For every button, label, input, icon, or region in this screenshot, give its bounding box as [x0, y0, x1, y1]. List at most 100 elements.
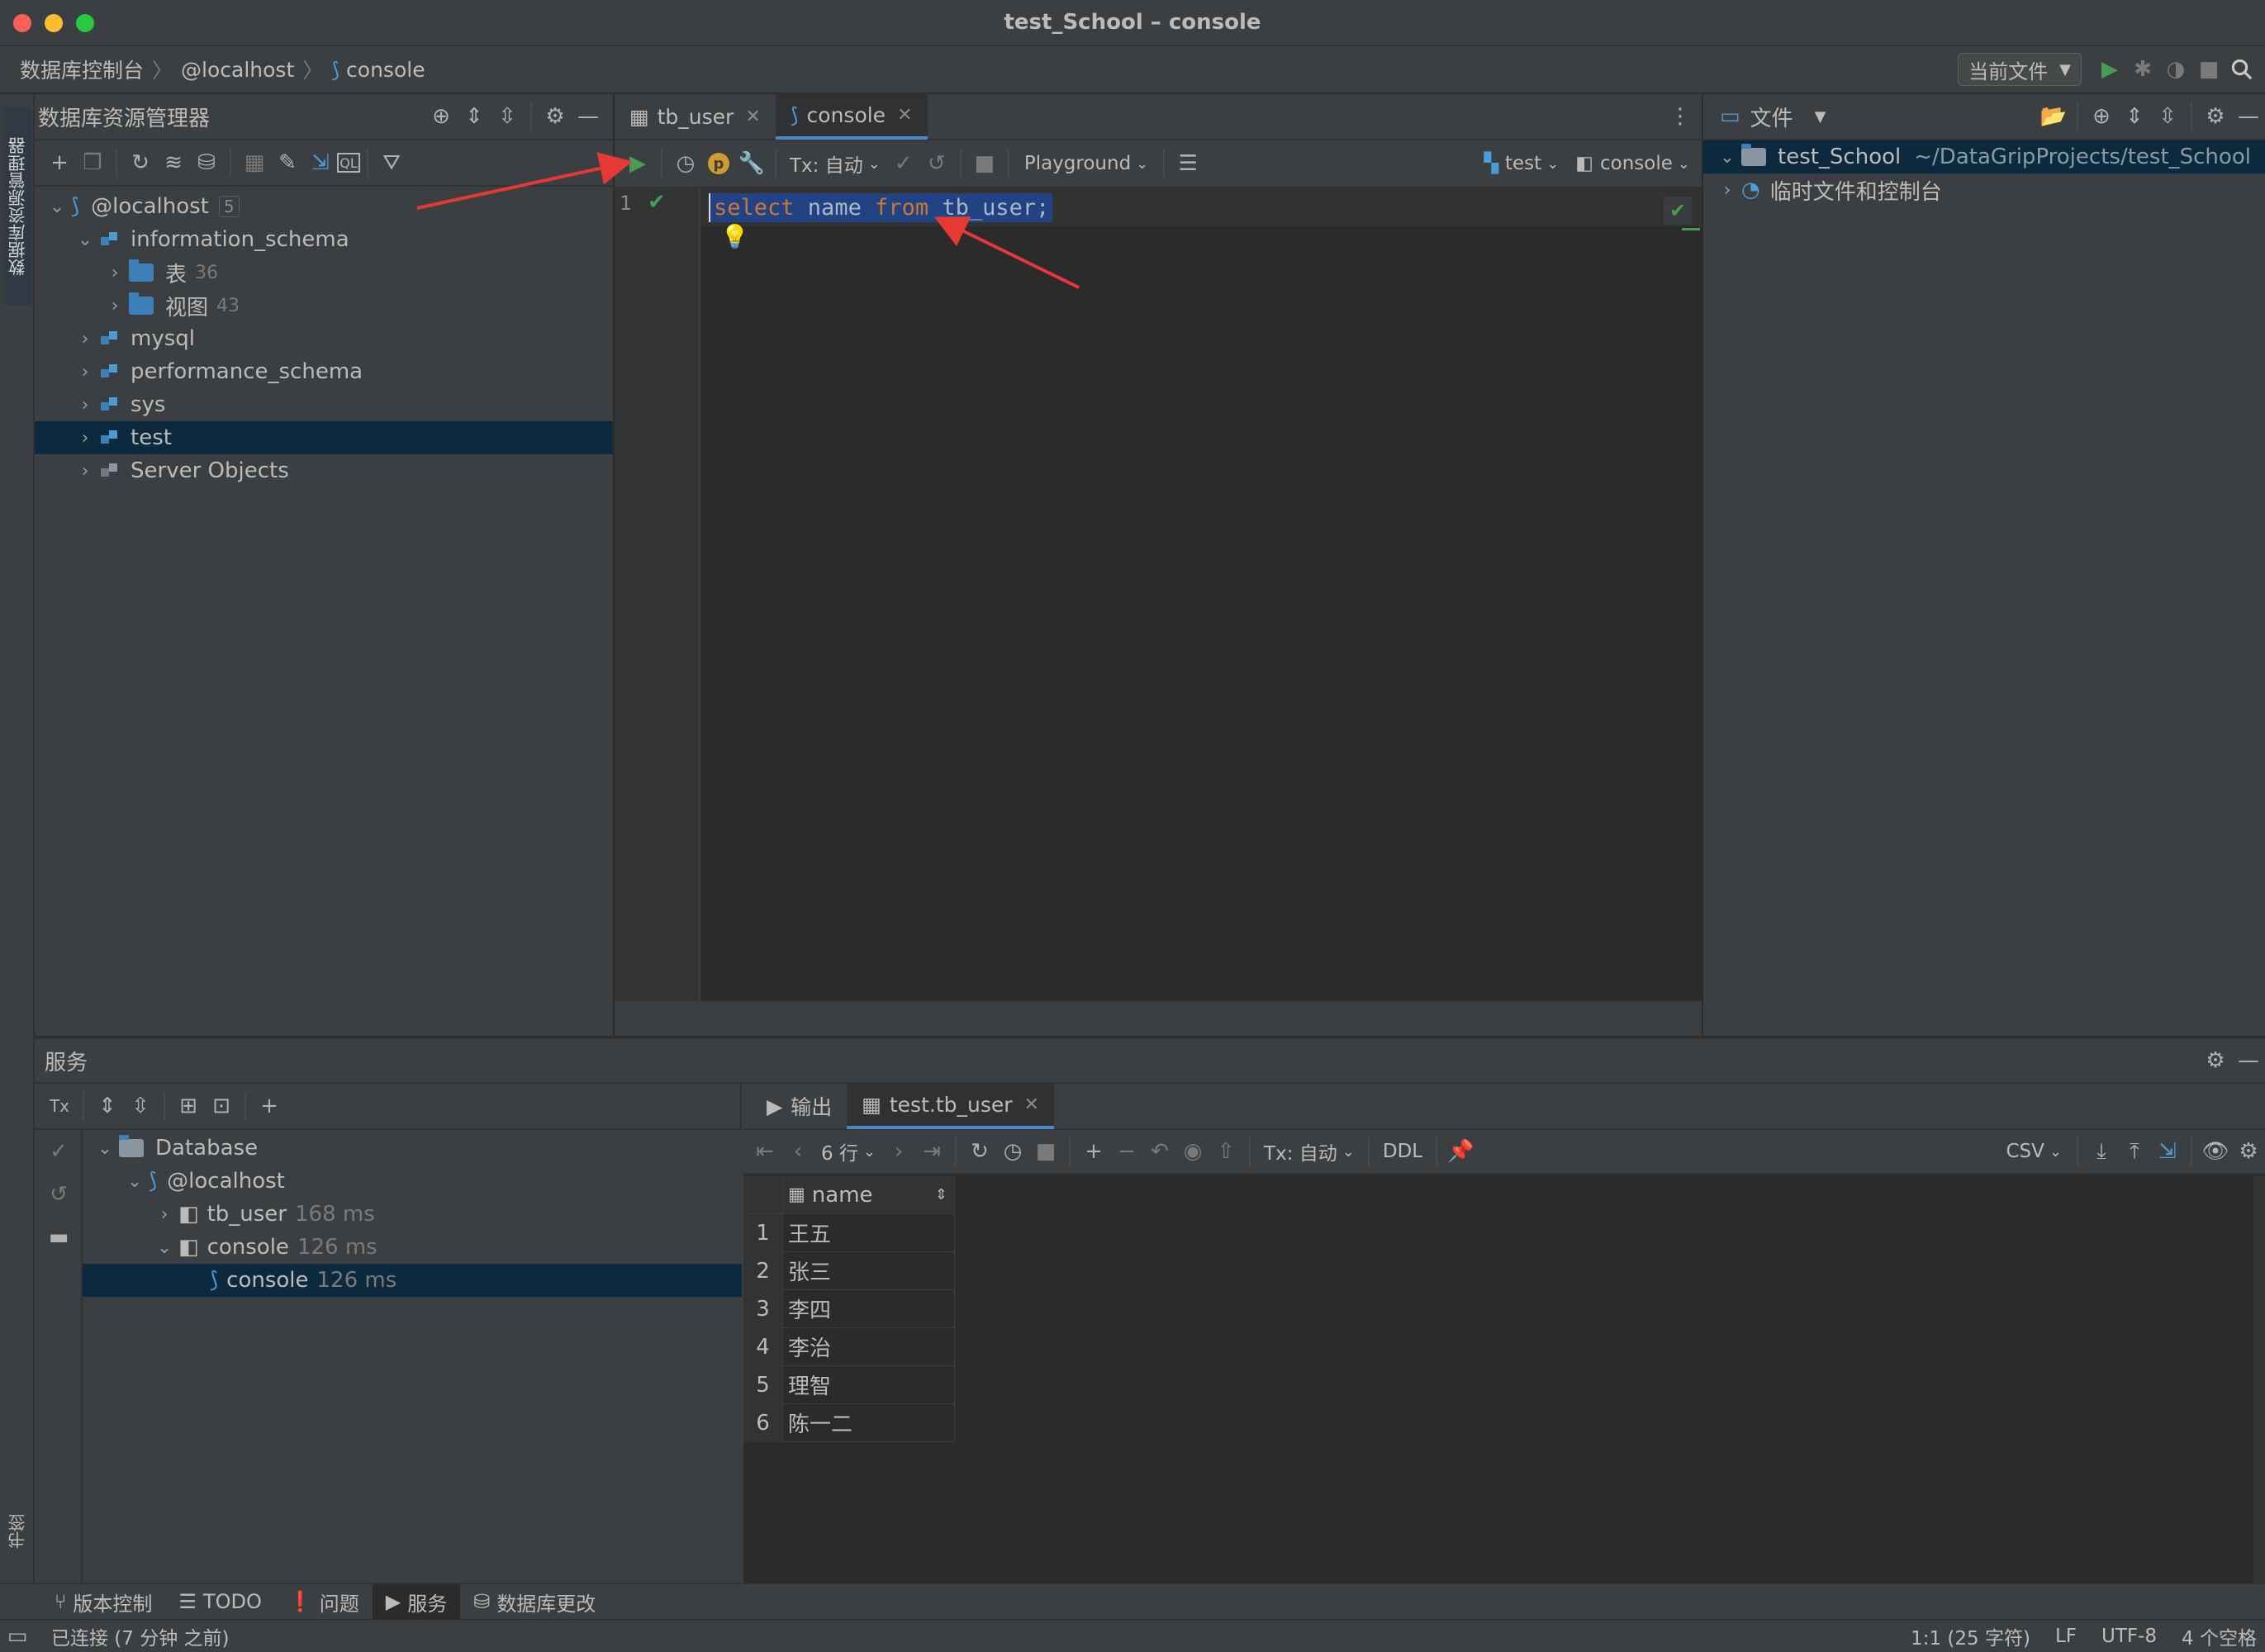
expand-all-icon[interactable]: ⇕ [91, 1089, 124, 1123]
wrench-icon[interactable]: 🔧 [735, 147, 768, 180]
cursor-position[interactable]: 1:1 (25 字符) [1911, 1622, 2030, 1650]
locate-icon[interactable]: ⊕ [425, 100, 458, 133]
chevron-right-icon[interactable]: › [71, 329, 99, 349]
result-tx-dropdown[interactable]: Tx: 自动 ⌄ [1257, 1137, 1361, 1165]
sql-code-line[interactable]: select name from tb_user; [709, 188, 1053, 226]
view-icon[interactable]: 👁 [2199, 1135, 2232, 1168]
editor-horizontal-scrollbar[interactable] [615, 1003, 1702, 1036]
tab-tb-user[interactable]: ▦ tb_user ✕ [615, 93, 776, 140]
commit-icon[interactable]: ✓ [42, 1135, 75, 1168]
table-row[interactable]: 6 陈一二 [743, 1403, 955, 1442]
name-cell[interactable]: 理智 [783, 1365, 955, 1404]
table-row[interactable]: 2 张三 [743, 1251, 955, 1290]
svc-database[interactable]: ⌄ Database [83, 1132, 742, 1165]
rollback-icon[interactable]: ↺ [42, 1178, 75, 1211]
sql-console-icon[interactable]: QL [337, 153, 360, 173]
collapse-all-icon[interactable]: ⇳ [124, 1089, 157, 1123]
tab-output[interactable]: ▶ 输出 [752, 1083, 847, 1129]
close-icon[interactable]: ✕ [897, 105, 912, 126]
tree-views-folder[interactable]: › 视图 43 [35, 289, 613, 322]
open-folder-icon[interactable]: 📂 [2037, 100, 2070, 133]
more-options-icon[interactable]: ⋮ [1664, 100, 1697, 133]
tree-schema-mysql[interactable]: › mysql [35, 322, 613, 355]
line-separator[interactable]: LF [2055, 1626, 2077, 1647]
jump-to-console-icon[interactable]: ⇲ [304, 146, 337, 179]
gear-icon[interactable]: ⚙ [539, 100, 572, 133]
first-page-icon[interactable]: ⇤ [748, 1135, 781, 1168]
svc-host[interactable]: ⌄ ⟆ @localhost [83, 1165, 742, 1198]
tree-schema-information[interactable]: ⌄ information_schema [35, 223, 613, 256]
gear-icon[interactable]: ⚙ [2199, 1044, 2232, 1077]
stop-icon[interactable]: ■ [2192, 53, 2225, 86]
chevron-right-icon[interactable]: › [101, 263, 129, 283]
compare-icon[interactable]: ⇲ [2151, 1135, 2184, 1168]
indent-setting[interactable]: 4 个空格 [2182, 1622, 2257, 1650]
group-icon[interactable]: ⊞ [172, 1089, 205, 1123]
tree-schema-sys[interactable]: › sys [35, 388, 613, 421]
revert-icon[interactable]: ↶ [1143, 1135, 1176, 1168]
pin-icon[interactable]: 📌 [1444, 1135, 1477, 1168]
close-icon[interactable]: ✕ [745, 107, 760, 127]
column-header-name[interactable]: ▦ name ⇕ [783, 1175, 955, 1214]
profile-icon[interactable]: ◑ [2159, 53, 2192, 86]
last-page-icon[interactable]: ⇥ [915, 1135, 948, 1168]
edit-icon[interactable]: ✎ [271, 146, 304, 179]
row-count-dropdown[interactable]: 6 行 ⌄ [814, 1137, 882, 1165]
table-row[interactable]: 4 李治 [743, 1327, 955, 1366]
tx-icon[interactable]: Tx [43, 1089, 76, 1123]
run-config-selector[interactable]: 当前文件 ▼ [1958, 53, 2082, 86]
search-icon[interactable] [2225, 53, 2258, 86]
database-icon[interactable]: ⛁ [190, 146, 223, 179]
table-row[interactable]: 1 王五 [743, 1213, 955, 1252]
chevron-down-icon[interactable]: ⌄ [1713, 147, 1741, 168]
collapse-all-icon[interactable]: ⇳ [2151, 100, 2184, 133]
tree-project[interactable]: ⌄ test_School ~/DataGripProjects/test_Sc… [1703, 140, 2265, 173]
download-icon[interactable]: ⤓ [2085, 1135, 2118, 1168]
result-layout-icon[interactable]: ☰ [1171, 147, 1204, 180]
refresh-icon[interactable]: ↻ [963, 1135, 996, 1168]
breadcrumb-host[interactable]: @localhost [181, 58, 294, 82]
tx-mode-dropdown[interactable]: Tx: 自动 ⌄ [783, 150, 887, 178]
svc-console-child[interactable]: ⟆ console 126 ms [83, 1264, 742, 1297]
chevron-down-icon[interactable]: ⌄ [91, 1138, 119, 1159]
add-icon[interactable]: + [43, 146, 76, 179]
chevron-right-icon[interactable]: › [1713, 180, 1741, 201]
collapse-all-icon[interactable]: ⇳ [491, 100, 524, 133]
chevron-down-icon[interactable]: ⌄ [71, 230, 99, 250]
locate-icon[interactable]: ⊕ [2085, 100, 2118, 133]
session-selector[interactable]: ◧ console ⌄ [1567, 153, 1702, 174]
layout-icon[interactable]: ▬ [42, 1221, 75, 1254]
schema-sync-icon[interactable]: ≋ [157, 146, 190, 179]
tab-vcs[interactable]: ⑂ 版本控制 [41, 1584, 165, 1619]
filter-icon[interactable]: ⛛ [375, 146, 408, 179]
refresh-icon[interactable]: ↻ [124, 146, 157, 179]
debug-icon[interactable]: ✱ [2126, 53, 2159, 86]
hide-panel-icon[interactable]: — [2232, 1044, 2265, 1077]
add-icon[interactable]: + [253, 1089, 286, 1123]
tree-scratches[interactable]: › ◔ 临时文件和控制台 [1703, 173, 2265, 206]
expand-all-icon[interactable]: ⇕ [458, 100, 491, 133]
result-scrollbar[interactable] [2253, 1176, 2265, 1583]
chevron-right-icon[interactable]: › [71, 395, 99, 415]
ddl-button[interactable]: DDL [1376, 1141, 1429, 1162]
close-icon[interactable]: ✕ [1024, 1094, 1039, 1115]
history-icon[interactable]: ◷ [669, 147, 702, 180]
name-cell[interactable]: 张三 [783, 1251, 955, 1290]
chevron-right-icon[interactable]: › [71, 362, 99, 382]
previous-page-icon[interactable]: ‹ [781, 1135, 814, 1168]
tree-schema-performance[interactable]: › performance_schema [35, 355, 613, 388]
new-session-icon[interactable]: ⊡ [205, 1089, 238, 1123]
name-cell[interactable]: 李四 [783, 1289, 955, 1328]
add-row-icon[interactable]: + [1077, 1135, 1110, 1168]
gear-icon[interactable]: ⚙ [2232, 1135, 2265, 1168]
chevron-down-icon[interactable]: ⌄ [43, 197, 71, 217]
hide-panel-icon[interactable]: — [572, 100, 605, 133]
tree-host[interactable]: ⌄ ⟆ @localhost 5 [35, 190, 613, 223]
hide-panel-icon[interactable]: — [2232, 100, 2265, 133]
chevron-down-icon[interactable]: ⌄ [121, 1171, 149, 1192]
upload-icon[interactable]: ⤒ [2118, 1135, 2151, 1168]
playground-dropdown[interactable]: Playground ⌄ [1016, 153, 1156, 174]
file-encoding[interactable]: UTF-8 [2101, 1626, 2157, 1647]
tab-todo[interactable]: ☰ TODO [165, 1584, 274, 1619]
table-row[interactable]: 5 理智 [743, 1365, 955, 1404]
